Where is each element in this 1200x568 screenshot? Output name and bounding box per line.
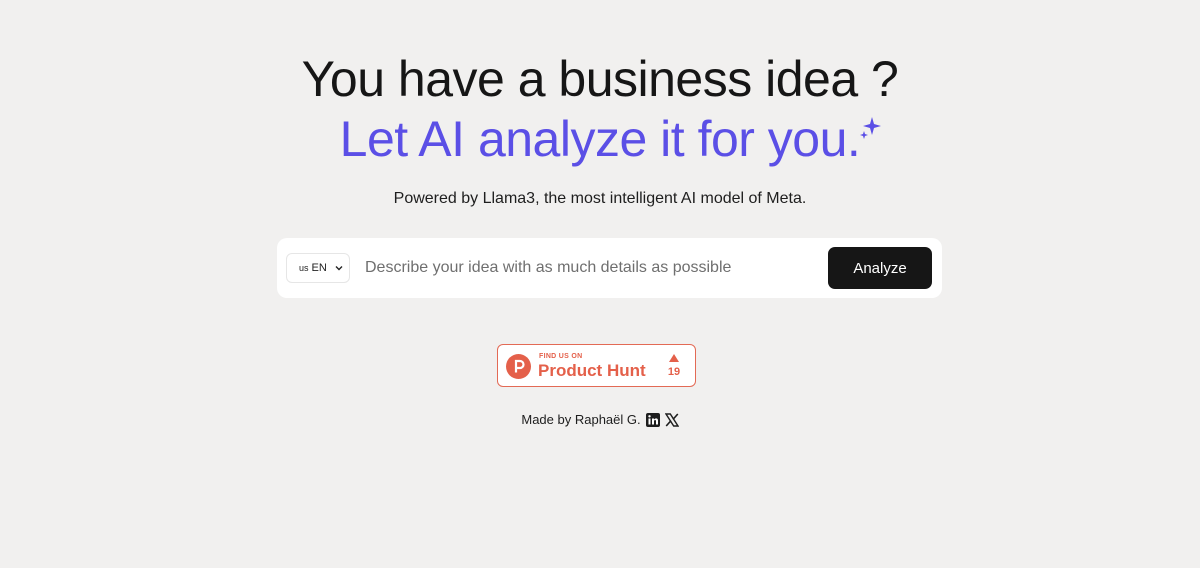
made-by-text: Made by Raphaël G. xyxy=(521,412,641,427)
headline-secondary-text: Let AI analyze it for you. xyxy=(339,111,861,167)
headline-secondary: Let AI analyze it for you. xyxy=(0,110,1200,168)
product-hunt-logo-icon xyxy=(506,354,531,379)
flag-icon: us xyxy=(299,263,309,273)
product-hunt-name: Product Hunt xyxy=(538,361,646,380)
upvote-icon xyxy=(669,354,679,362)
footer-credit: Made by Raphaël G. xyxy=(0,412,1200,427)
upvote-count: 19 xyxy=(667,366,681,378)
product-hunt-kicker: FIND US ON xyxy=(539,353,583,360)
analyze-button[interactable]: Analyze xyxy=(828,247,932,289)
landing-page: You have a business idea ? Let AI analyz… xyxy=(0,0,1200,568)
idea-form: us EN Analyze xyxy=(277,238,942,298)
language-select[interactable]: us EN xyxy=(286,253,350,283)
subtitle: Powered by Llama3, the most intelligent … xyxy=(393,190,807,207)
chevron-down-icon xyxy=(334,263,344,276)
headline-primary: You have a business idea ? xyxy=(301,51,899,107)
language-selected: EN xyxy=(311,262,327,274)
linkedin-icon[interactable] xyxy=(645,412,660,427)
idea-input[interactable] xyxy=(365,252,815,284)
product-hunt-badge[interactable]: FIND US ON Product Hunt 19 xyxy=(497,344,696,387)
x-icon[interactable] xyxy=(664,412,679,427)
